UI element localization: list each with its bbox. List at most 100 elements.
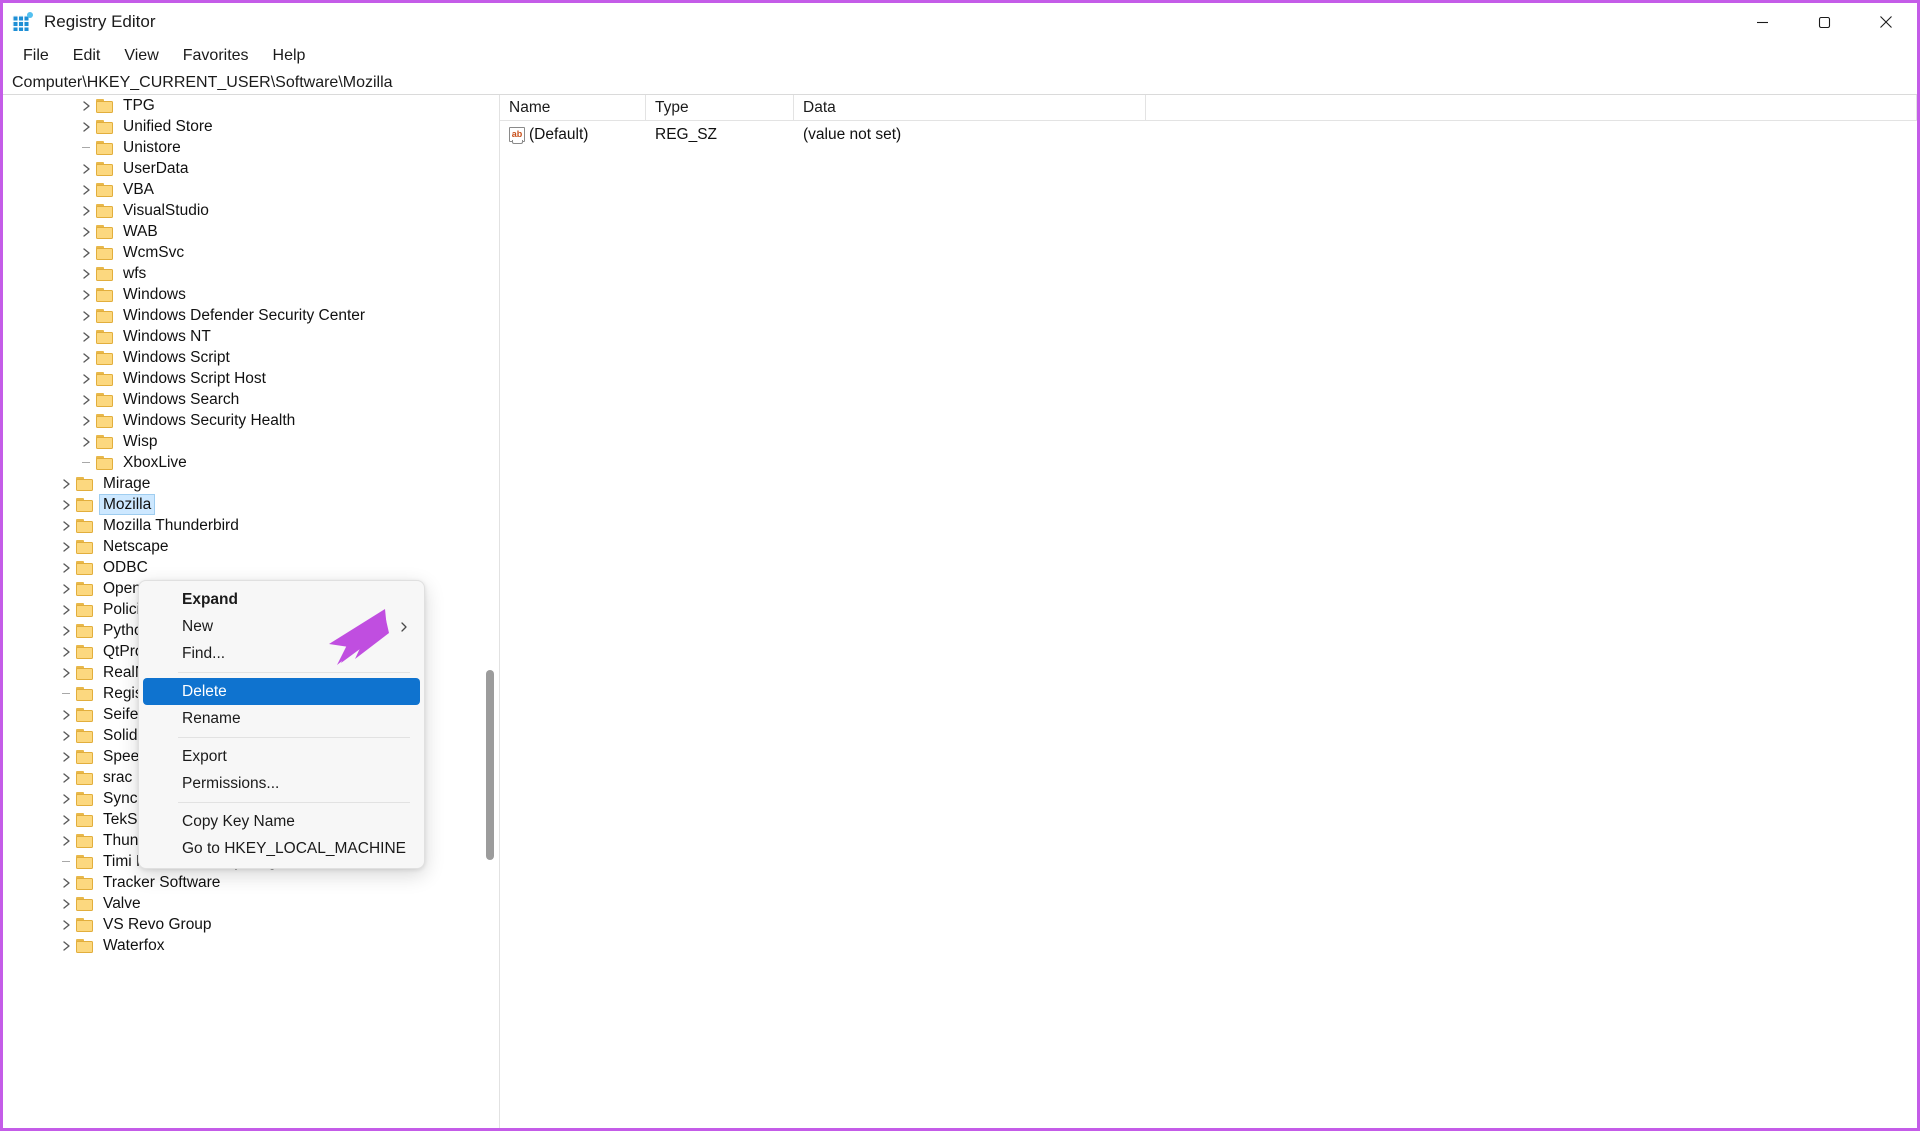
- tree-item[interactable]: TPG: [3, 95, 481, 116]
- tree-item[interactable]: Windows Search: [3, 389, 481, 410]
- chevron-right-icon[interactable]: [79, 435, 93, 449]
- chevron-right-icon[interactable]: [79, 246, 93, 260]
- context-menu-item[interactable]: Rename: [143, 705, 420, 732]
- context-menu-item[interactable]: Expand: [143, 586, 420, 613]
- column-header-filler: [1146, 95, 1917, 121]
- context-menu-item[interactable]: Delete: [143, 678, 420, 705]
- tree-vertical-scrollbar[interactable]: [481, 95, 499, 1128]
- chevron-right-icon[interactable]: [59, 561, 73, 575]
- chevron-right-icon[interactable]: [79, 225, 93, 239]
- chevron-right-icon[interactable]: [59, 771, 73, 785]
- tree-item[interactable]: Unistore: [3, 137, 481, 158]
- chevron-right-icon[interactable]: [79, 330, 93, 344]
- chevron-right-icon[interactable]: [59, 729, 73, 743]
- tree-item[interactable]: Windows NT: [3, 326, 481, 347]
- chevron-right-icon[interactable]: [59, 918, 73, 932]
- chevron-right-icon[interactable]: [59, 708, 73, 722]
- chevron-right-icon[interactable]: [79, 372, 93, 386]
- tree-item[interactable]: wfs: [3, 263, 481, 284]
- menu-favorites[interactable]: Favorites: [172, 44, 262, 69]
- tree-item[interactable]: WcmSvc: [3, 242, 481, 263]
- registry-key-context-menu[interactable]: Expand New Find... Delete Rename Export Permis…: [138, 580, 425, 869]
- tree-item[interactable]: Windows Defender Security Center: [3, 305, 481, 326]
- folder-icon: [76, 602, 94, 617]
- chevron-right-icon[interactable]: [79, 309, 93, 323]
- chevron-right-icon[interactable]: [59, 897, 73, 911]
- chevron-right-icon[interactable]: [79, 393, 93, 407]
- folder-icon: [96, 140, 114, 155]
- chevron-right-icon[interactable]: [59, 498, 73, 512]
- tree-item[interactable]: Mozilla: [3, 494, 481, 515]
- minimize-button[interactable]: [1731, 3, 1793, 41]
- column-header-type[interactable]: Type: [646, 95, 794, 121]
- menu-edit[interactable]: Edit: [62, 44, 114, 69]
- tree-item[interactable]: Tracker Software: [3, 872, 481, 893]
- context-menu-item[interactable]: Export: [143, 743, 420, 770]
- context-menu-item[interactable]: Copy Key Name: [143, 808, 420, 835]
- tree-item[interactable]: Windows Script: [3, 347, 481, 368]
- tree-item[interactable]: Windows: [3, 284, 481, 305]
- chevron-right-icon[interactable]: [59, 477, 73, 491]
- tree-item[interactable]: VisualStudio: [3, 200, 481, 221]
- tree-item-label: srac: [103, 769, 133, 786]
- context-menu-item[interactable]: New: [143, 613, 420, 640]
- tree-item[interactable]: WAB: [3, 221, 481, 242]
- chevron-right-icon[interactable]: [79, 120, 93, 134]
- chevron-right-icon[interactable]: [59, 582, 73, 596]
- tree-item[interactable]: Valve: [3, 893, 481, 914]
- tree-item[interactable]: Mozilla Thunderbird: [3, 515, 481, 536]
- tree-item[interactable]: Windows Security Health: [3, 410, 481, 431]
- chevron-right-icon[interactable]: [79, 162, 93, 176]
- tree-item[interactable]: Mirage: [3, 473, 481, 494]
- tree-item[interactable]: Netscape: [3, 536, 481, 557]
- value-row[interactable]: ab (Default) REG_SZ (value not set): [500, 121, 1917, 148]
- chevron-right-icon[interactable]: [79, 204, 93, 218]
- menu-help[interactable]: Help: [262, 44, 319, 69]
- chevron-right-icon[interactable]: [79, 183, 93, 197]
- chevron-right-icon[interactable]: [59, 645, 73, 659]
- tree-item[interactable]: Wisp: [3, 431, 481, 452]
- folder-icon: [96, 308, 114, 323]
- chevron-right-icon[interactable]: [59, 624, 73, 638]
- close-button[interactable]: [1855, 3, 1917, 41]
- chevron-right-icon[interactable]: [59, 834, 73, 848]
- menu-view[interactable]: View: [113, 44, 171, 69]
- chevron-right-icon[interactable]: [59, 519, 73, 533]
- chevron-right-icon[interactable]: [79, 267, 93, 281]
- chevron-right-icon[interactable]: [59, 792, 73, 806]
- tree-item[interactable]: Unified Store: [3, 116, 481, 137]
- chevron-right-icon[interactable]: [59, 666, 73, 680]
- tree-item[interactable]: Waterfox: [3, 935, 481, 956]
- menu-file[interactable]: File: [12, 44, 62, 69]
- chevron-right-icon[interactable]: [79, 351, 93, 365]
- context-menu-item[interactable]: Go to HKEY_LOCAL_MACHINE: [143, 835, 420, 862]
- chevron-right-icon[interactable]: [59, 540, 73, 554]
- maximize-button[interactable]: [1793, 3, 1855, 41]
- chevron-right-icon[interactable]: [79, 99, 93, 113]
- chevron-right-icon[interactable]: [59, 813, 73, 827]
- chevron-right-icon[interactable]: [59, 750, 73, 764]
- tree-item[interactable]: VS Revo Group: [3, 914, 481, 935]
- address-bar[interactable]: Computer\HKEY_CURRENT_USER\Software\Mozi…: [3, 71, 1917, 95]
- context-menu-item[interactable]: Find...: [143, 640, 420, 667]
- tree-item[interactable]: Windows Script Host: [3, 368, 481, 389]
- tree-item-label: WcmSvc: [123, 244, 185, 261]
- folder-icon: [76, 560, 94, 575]
- chevron-right-icon[interactable]: [79, 414, 93, 428]
- tree-item[interactable]: VBA: [3, 179, 481, 200]
- tree-item[interactable]: XboxLive: [3, 452, 481, 473]
- registry-values-pane: Name Type Data ab (Default) REG_SZ (value n…: [500, 95, 1917, 1128]
- chevron-right-icon[interactable]: [79, 288, 93, 302]
- column-header-data[interactable]: Data: [794, 95, 1146, 121]
- tree-item[interactable]: ODBC: [3, 557, 481, 578]
- chevron-right-icon[interactable]: [59, 603, 73, 617]
- chevron-right-icon[interactable]: [59, 876, 73, 890]
- menu-bar: File Edit View Favorites Help: [3, 41, 1917, 71]
- folder-icon: [76, 770, 94, 785]
- context-menu-item[interactable]: Permissions...: [143, 770, 420, 797]
- tree-item[interactable]: UserData: [3, 158, 481, 179]
- values-list[interactable]: ab (Default) REG_SZ (value not set): [500, 121, 1917, 148]
- tree-scrollbar-thumb[interactable]: [486, 670, 494, 860]
- chevron-right-icon[interactable]: [59, 939, 73, 953]
- column-header-name[interactable]: Name: [500, 95, 646, 121]
